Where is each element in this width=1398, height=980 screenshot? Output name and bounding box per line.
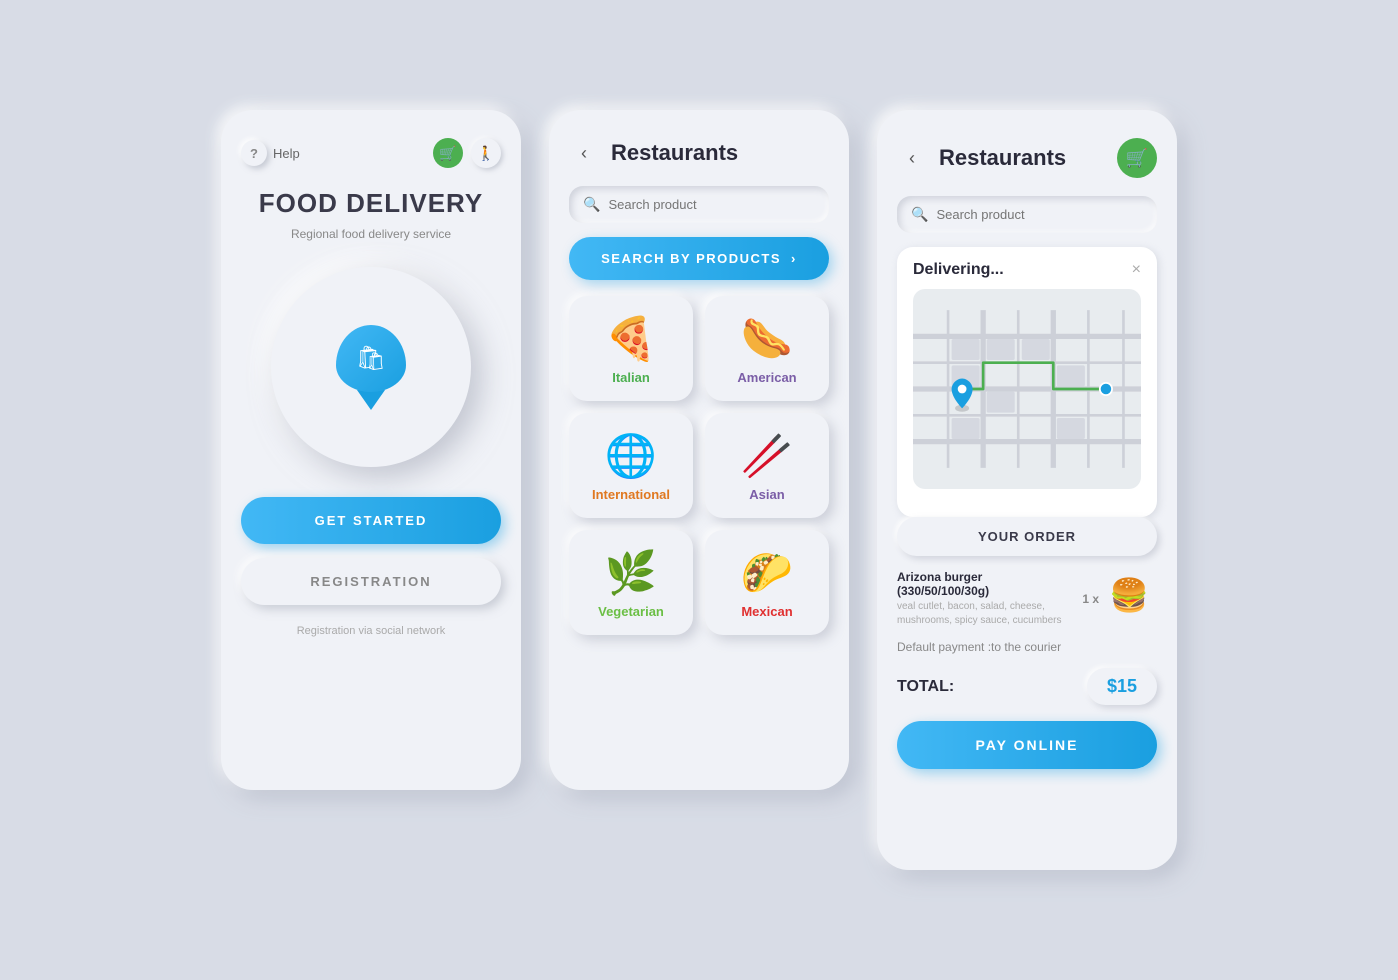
restaurants-header: ‹ Restaurants [569, 138, 829, 168]
american-icon: 🌭 [741, 318, 793, 360]
pin-head: 🛍 [336, 325, 406, 392]
search-input[interactable] [608, 197, 815, 212]
order-qty: 1 x [1082, 592, 1099, 606]
get-started-button[interactable]: GET STARTED [241, 497, 501, 544]
category-card-american[interactable]: 🌭 American [705, 296, 829, 401]
restaurants-title: Restaurants [611, 140, 738, 166]
total-label: TOTAL: [897, 678, 954, 696]
order-item-info: Arizona burger (330/50/100/30g) veal cut… [897, 570, 1072, 628]
social-note: Registration via social network [241, 625, 501, 637]
mexican-label: Mexican [741, 604, 792, 619]
sub-title: Regional food delivery service [241, 225, 501, 243]
map-svg [913, 289, 1141, 489]
big-circle: 🛍 [271, 267, 471, 467]
welcome-header: ? Help 🛒 🚶 [241, 138, 501, 168]
category-card-asian[interactable]: 🥢 Asian [705, 413, 829, 518]
map-pin: 🛍 [336, 325, 406, 410]
delivering-title: Delivering... [913, 261, 1004, 279]
chevron-icon: › [791, 251, 797, 266]
your-order-bar: YOUR ORDER [897, 517, 1157, 556]
burger-image: 🍔 [1109, 579, 1157, 619]
screen-welcome: ? Help 🛒 🚶 FOOD DELIVERY Regional food d… [221, 110, 521, 790]
back-button[interactable]: ‹ [569, 138, 599, 168]
order-item: Arizona burger (330/50/100/30g) veal cut… [897, 570, 1157, 628]
pin-tail [357, 390, 385, 410]
italian-label: Italian [612, 370, 650, 385]
category-card-international[interactable]: 🌐 International [569, 413, 693, 518]
italian-icon: 🍕 [605, 318, 657, 360]
asian-label: Asian [749, 487, 784, 502]
category-card-mexican[interactable]: 🌮 Mexican [705, 530, 829, 635]
map-area [913, 289, 1141, 489]
pin-circle-container: 🛍 [241, 267, 501, 467]
search-by-products-button[interactable]: SEARCH BY PRODUCTS › [569, 237, 829, 280]
international-icon: 🌐 [605, 435, 657, 477]
question-mark-icon[interactable]: ? [241, 140, 267, 166]
main-title: FOOD DELIVERY [241, 188, 501, 219]
walker-icon[interactable]: 🚶 [471, 138, 501, 168]
screens-container: ? Help 🛒 🚶 FOOD DELIVERY Regional food d… [221, 110, 1177, 870]
mexican-icon: 🌮 [741, 552, 793, 594]
help-button[interactable]: ? Help [241, 140, 300, 166]
total-amount: $15 [1087, 668, 1157, 705]
international-label: International [592, 487, 670, 502]
close-button[interactable]: × [1132, 261, 1141, 279]
category-card-vegetarian[interactable]: 🌿 Vegetarian [569, 530, 693, 635]
category-grid: 🍕 Italian 🌭 American 🌐 International 🥢 A… [569, 296, 829, 635]
search-by-products-label: SEARCH BY PRODUCTS [601, 251, 781, 266]
help-label: Help [273, 146, 300, 161]
order-item-name: Arizona burger (330/50/100/30g) [897, 570, 1072, 598]
vegetarian-label: Vegetarian [598, 604, 664, 619]
pay-online-button[interactable]: PAY ONLINE [897, 721, 1157, 769]
vegetarian-icon: 🌿 [605, 552, 657, 594]
title-section: FOOD DELIVERY Regional food delivery ser… [241, 188, 501, 243]
search-bar-3[interactable]: 🔍 [897, 196, 1157, 233]
delivering-header-left: ‹ Restaurants [897, 143, 1066, 173]
cart-icon[interactable]: 🛒 [433, 138, 463, 168]
delivering-screen-title: Restaurants [939, 145, 1066, 171]
screen-delivering: ‹ Restaurants 🛒 🔍 Delivering... × [877, 110, 1177, 870]
payment-note: Default payment :to the courier [897, 640, 1157, 654]
delivering-card: Delivering... × [897, 247, 1157, 517]
registration-button[interactable]: REGISTRATION [241, 558, 501, 605]
header-icons: 🛒 🚶 [433, 138, 501, 168]
cart-button[interactable]: 🛒 [1117, 138, 1157, 178]
delivering-card-header: Delivering... × [913, 261, 1141, 279]
american-label: American [737, 370, 796, 385]
search-icon-3: 🔍 [911, 206, 928, 223]
screen-restaurants: ‹ Restaurants 🔍 SEARCH BY PRODUCTS › 🍕 I… [549, 110, 849, 790]
total-row: TOTAL: $15 [897, 668, 1157, 705]
back-button-3[interactable]: ‹ [897, 143, 927, 173]
category-card-italian[interactable]: 🍕 Italian [569, 296, 693, 401]
delivering-header: ‹ Restaurants 🛒 [897, 138, 1157, 178]
search-bar[interactable]: 🔍 [569, 186, 829, 223]
search-input-3[interactable] [936, 207, 1143, 222]
pin-bag-icon: 🛍 [356, 344, 386, 373]
order-item-desc: veal cutlet, bacon, salad, cheese, mushr… [897, 600, 1072, 628]
search-icon: 🔍 [583, 196, 600, 213]
asian-icon: 🥢 [741, 435, 793, 477]
